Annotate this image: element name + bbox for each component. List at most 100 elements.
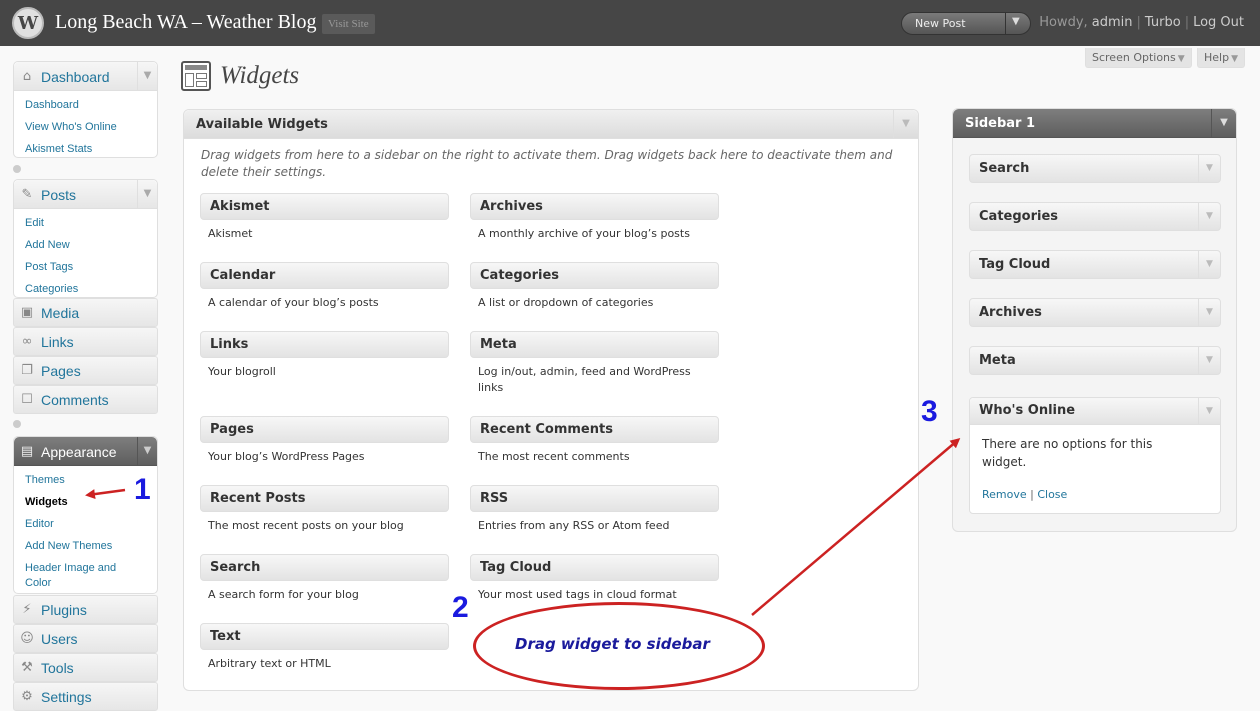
- chevron-down-icon[interactable]: ▼: [137, 437, 157, 465]
- posts-menu-title[interactable]: Posts: [41, 187, 76, 203]
- link-icon: ∞: [21, 334, 33, 349]
- widget-categories[interactable]: Categories: [470, 262, 719, 289]
- posts-submenu: Edit Add New Post Tags Categories: [14, 209, 157, 303]
- logout-link[interactable]: Log Out: [1193, 15, 1244, 30]
- menu-tools[interactable]: ⚒ Tools: [13, 653, 158, 682]
- posts-menu: ✎ Posts ▼ Edit Add New Post Tags Categor…: [13, 179, 158, 298]
- widget-title: Links: [210, 337, 249, 352]
- site-title[interactable]: Long Beach WA – Weather Blog: [55, 11, 316, 34]
- widget-calendar[interactable]: Calendar: [200, 262, 449, 289]
- sidebar-widget-tag-cloud[interactable]: Tag Cloud ▼: [969, 250, 1221, 279]
- submenu-item-post-tags[interactable]: Post Tags: [14, 257, 157, 279]
- widget-meta[interactable]: Meta: [470, 331, 719, 358]
- menu-settings-label[interactable]: Settings: [41, 689, 92, 705]
- screen-options-tab[interactable]: Screen Options ▼: [1085, 48, 1192, 68]
- menu-users[interactable]: ☺ Users: [13, 624, 158, 653]
- submenu-item-editor[interactable]: Editor: [14, 514, 157, 536]
- sidebar-widget-search[interactable]: Search ▼: [969, 154, 1221, 183]
- menu-pages-label[interactable]: Pages: [41, 363, 81, 379]
- menu-plugins-label[interactable]: Plugins: [41, 602, 87, 618]
- menu-tools-label[interactable]: Tools: [41, 660, 74, 676]
- submenu-item-akismet-stats[interactable]: Akismet Stats: [14, 139, 157, 161]
- howdy-text: Howdy,: [1039, 15, 1088, 30]
- divider: |: [1136, 15, 1141, 30]
- appearance-menu-header[interactable]: ▤ Appearance ▼: [14, 437, 157, 466]
- widget-description: The most recent comments: [478, 450, 630, 463]
- menu-plugins[interactable]: ⚡ Plugins: [13, 595, 158, 624]
- submenu-item-dashboard[interactable]: Dashboard: [14, 95, 157, 117]
- new-post-dropdown[interactable]: New Post ▼: [901, 12, 1031, 35]
- chevron-down-icon[interactable]: ▼: [137, 180, 157, 208]
- close-link[interactable]: Close: [1037, 488, 1067, 501]
- widget-recent-comments[interactable]: Recent Comments: [470, 416, 719, 443]
- chevron-down-icon[interactable]: ▼: [893, 110, 918, 138]
- step-1-label: 1: [134, 473, 151, 506]
- menu-links-label[interactable]: Links: [41, 334, 74, 350]
- submenu-item-add-new-themes[interactable]: Add New Themes: [14, 536, 157, 558]
- submenu-item-edit[interactable]: Edit: [14, 213, 157, 235]
- user-links: Howdy, admin | Turbo | Log Out: [1039, 15, 1244, 30]
- widget-recent-posts[interactable]: Recent Posts: [200, 485, 449, 512]
- visit-site-button[interactable]: Visit Site: [322, 14, 375, 34]
- menu-pages[interactable]: ❐ Pages: [13, 356, 158, 385]
- menu-media-label[interactable]: Media: [41, 305, 79, 321]
- settings-icon: ⚙: [21, 689, 33, 704]
- chevron-down-icon[interactable]: ▼: [1198, 347, 1220, 374]
- widget-description: A calendar of your blog’s posts: [208, 296, 379, 309]
- divider: |: [1184, 15, 1190, 30]
- submenu-item-header-image[interactable]: Header Image and Color: [14, 558, 134, 595]
- menu-media[interactable]: ▣ Media: [13, 298, 158, 327]
- wordpress-logo-icon[interactable]: W: [12, 7, 44, 39]
- widget-search[interactable]: Search: [200, 554, 449, 581]
- widget-tag-cloud[interactable]: Tag Cloud: [470, 554, 719, 581]
- menu-links[interactable]: ∞ Links: [13, 327, 158, 356]
- widget-rss[interactable]: RSS: [470, 485, 719, 512]
- widget-links[interactable]: Links: [200, 331, 449, 358]
- sidebar-widget-archives[interactable]: Archives ▼: [969, 298, 1221, 327]
- appearance-menu: ▤ Appearance ▼ Themes Widgets Editor Add…: [13, 436, 158, 594]
- menu-comments[interactable]: ☐ Comments: [13, 385, 158, 414]
- menu-comments-label[interactable]: Comments: [41, 392, 109, 408]
- no-options-message: There are no options for this widget.: [982, 437, 1153, 469]
- widget-title: Tag Cloud: [979, 257, 1051, 272]
- submenu-item-add-new[interactable]: Add New: [14, 235, 157, 257]
- sidebar-1-header[interactable]: Sidebar 1 ▼: [953, 109, 1236, 138]
- user-profile-link[interactable]: admin: [1092, 15, 1133, 30]
- turbo-link[interactable]: Turbo: [1145, 15, 1181, 30]
- submenu-item-whos-online[interactable]: View Who's Online: [14, 117, 157, 139]
- menu-settings[interactable]: ⚙ Settings: [13, 682, 158, 711]
- step-2-label: 2: [452, 591, 469, 624]
- menu-users-label[interactable]: Users: [41, 631, 78, 647]
- sidebar-widget-meta[interactable]: Meta ▼: [969, 346, 1221, 375]
- available-widgets-header[interactable]: Available Widgets ▼: [184, 110, 918, 139]
- widget-pages[interactable]: Pages: [200, 416, 449, 443]
- chevron-down-icon[interactable]: ▼: [137, 62, 157, 90]
- sidebar-widget-whos-online: Who's Online ▼ There are no options for …: [969, 397, 1221, 514]
- appearance-icon: ▤: [20, 444, 34, 459]
- dashboard-menu-header[interactable]: ⌂ Dashboard ▼: [14, 62, 157, 91]
- widget-description: Your most used tags in cloud format: [478, 588, 677, 601]
- chevron-down-icon[interactable]: ▼: [1211, 109, 1236, 137]
- menu-separator[interactable]: [13, 165, 21, 173]
- new-post-label[interactable]: New Post: [915, 17, 966, 30]
- chevron-down-icon[interactable]: ▼: [1198, 203, 1220, 230]
- media-icon: ▣: [20, 305, 34, 320]
- widget-text[interactable]: Text: [200, 623, 449, 650]
- chevron-down-icon[interactable]: ▼: [1198, 251, 1220, 278]
- chevron-down-icon[interactable]: ▼: [1012, 16, 1020, 27]
- widget-title: Akismet: [210, 199, 270, 214]
- whos-online-header[interactable]: Who's Online ▼: [970, 398, 1220, 425]
- help-tab[interactable]: Help ▼: [1197, 48, 1245, 68]
- chevron-up-icon[interactable]: ▼: [1198, 398, 1220, 425]
- menu-separator[interactable]: [13, 420, 21, 428]
- chevron-down-icon[interactable]: ▼: [1198, 299, 1220, 326]
- appearance-menu-title[interactable]: Appearance: [41, 444, 117, 460]
- chevron-down-icon[interactable]: ▼: [1198, 155, 1220, 182]
- widget-archives[interactable]: Archives: [470, 193, 719, 220]
- posts-menu-header[interactable]: ✎ Posts ▼: [14, 180, 157, 209]
- sidebar-widget-categories[interactable]: Categories ▼: [969, 202, 1221, 231]
- widget-akismet[interactable]: Akismet: [200, 193, 449, 220]
- dashboard-menu-title[interactable]: Dashboard: [41, 69, 110, 85]
- widget-title: Categories: [979, 209, 1059, 224]
- remove-link[interactable]: Remove: [982, 488, 1027, 501]
